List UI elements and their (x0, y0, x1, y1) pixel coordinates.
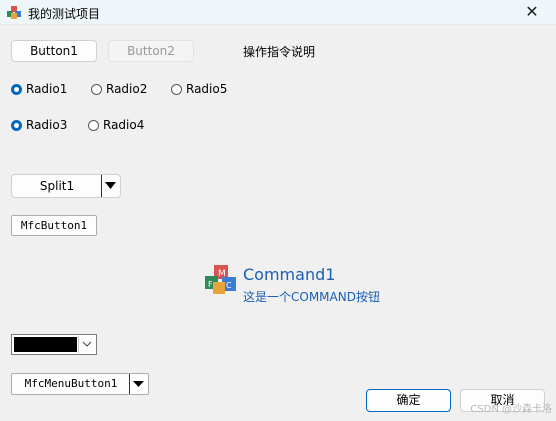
command-link-description[interactable]: 这是一个COMMAND按钮 (243, 288, 380, 305)
chevron-down-icon (82, 341, 92, 347)
title-bar: 我的测试项目 ✕ (0, 0, 556, 25)
mfc-menu-button1-label: MfcMenuButton1 (24, 377, 118, 390)
radio4[interactable]: Radio4 (88, 117, 144, 133)
button2: Button2 (108, 40, 194, 62)
split1-dropdown[interactable] (101, 175, 120, 197)
mfc-cubes-icon[interactable]: M F C (204, 264, 238, 296)
radio2-indicator (91, 83, 102, 95)
caret-down-icon (105, 182, 116, 189)
svg-text:C: C (226, 281, 232, 290)
radio4-indicator (88, 119, 99, 131)
caret-down-icon (133, 381, 144, 387)
command-link-title[interactable]: Command1 (243, 265, 335, 284)
instructions-label: 操作指令说明 (243, 45, 316, 59)
radio3-indicator (11, 119, 22, 131)
radio2[interactable]: Radio2 (91, 81, 147, 97)
radio3-label: Radio3 (26, 118, 68, 132)
close-button[interactable]: ✕ (522, 2, 542, 22)
svg-text:M: M (218, 269, 226, 279)
window-title: 我的测试项目 (28, 7, 101, 21)
app-icon (7, 6, 21, 19)
radio5[interactable]: Radio5 (171, 81, 227, 97)
radio5-indicator (171, 83, 182, 95)
radio4-label: Radio4 (103, 118, 145, 132)
button1[interactable]: Button1 (11, 40, 97, 62)
split1-label: Split1 (39, 179, 75, 193)
color-picker[interactable] (11, 334, 97, 355)
mfc-menu-dropdown[interactable] (129, 374, 148, 394)
watermark: CSDN @沙森卡洛 (470, 404, 552, 415)
mfc-menu-button1[interactable]: MfcMenuButton1 (11, 373, 149, 395)
color-picker-dropdown[interactable] (78, 336, 95, 353)
radio1-label: Radio1 (26, 82, 68, 96)
radio5-label: Radio5 (186, 82, 228, 96)
color-swatch (14, 337, 77, 352)
split1-button[interactable]: Split1 (11, 174, 121, 198)
radio2-label: Radio2 (106, 82, 148, 96)
radio3[interactable]: Radio3 (11, 117, 67, 133)
radio1-indicator (11, 83, 22, 95)
radio1[interactable]: Radio1 (11, 81, 67, 97)
close-icon: ✕ (525, 2, 539, 21)
mfc-button1[interactable]: MfcButton1 (11, 215, 97, 236)
ok-button[interactable]: 确定 (366, 389, 451, 412)
svg-text:F: F (208, 280, 213, 289)
